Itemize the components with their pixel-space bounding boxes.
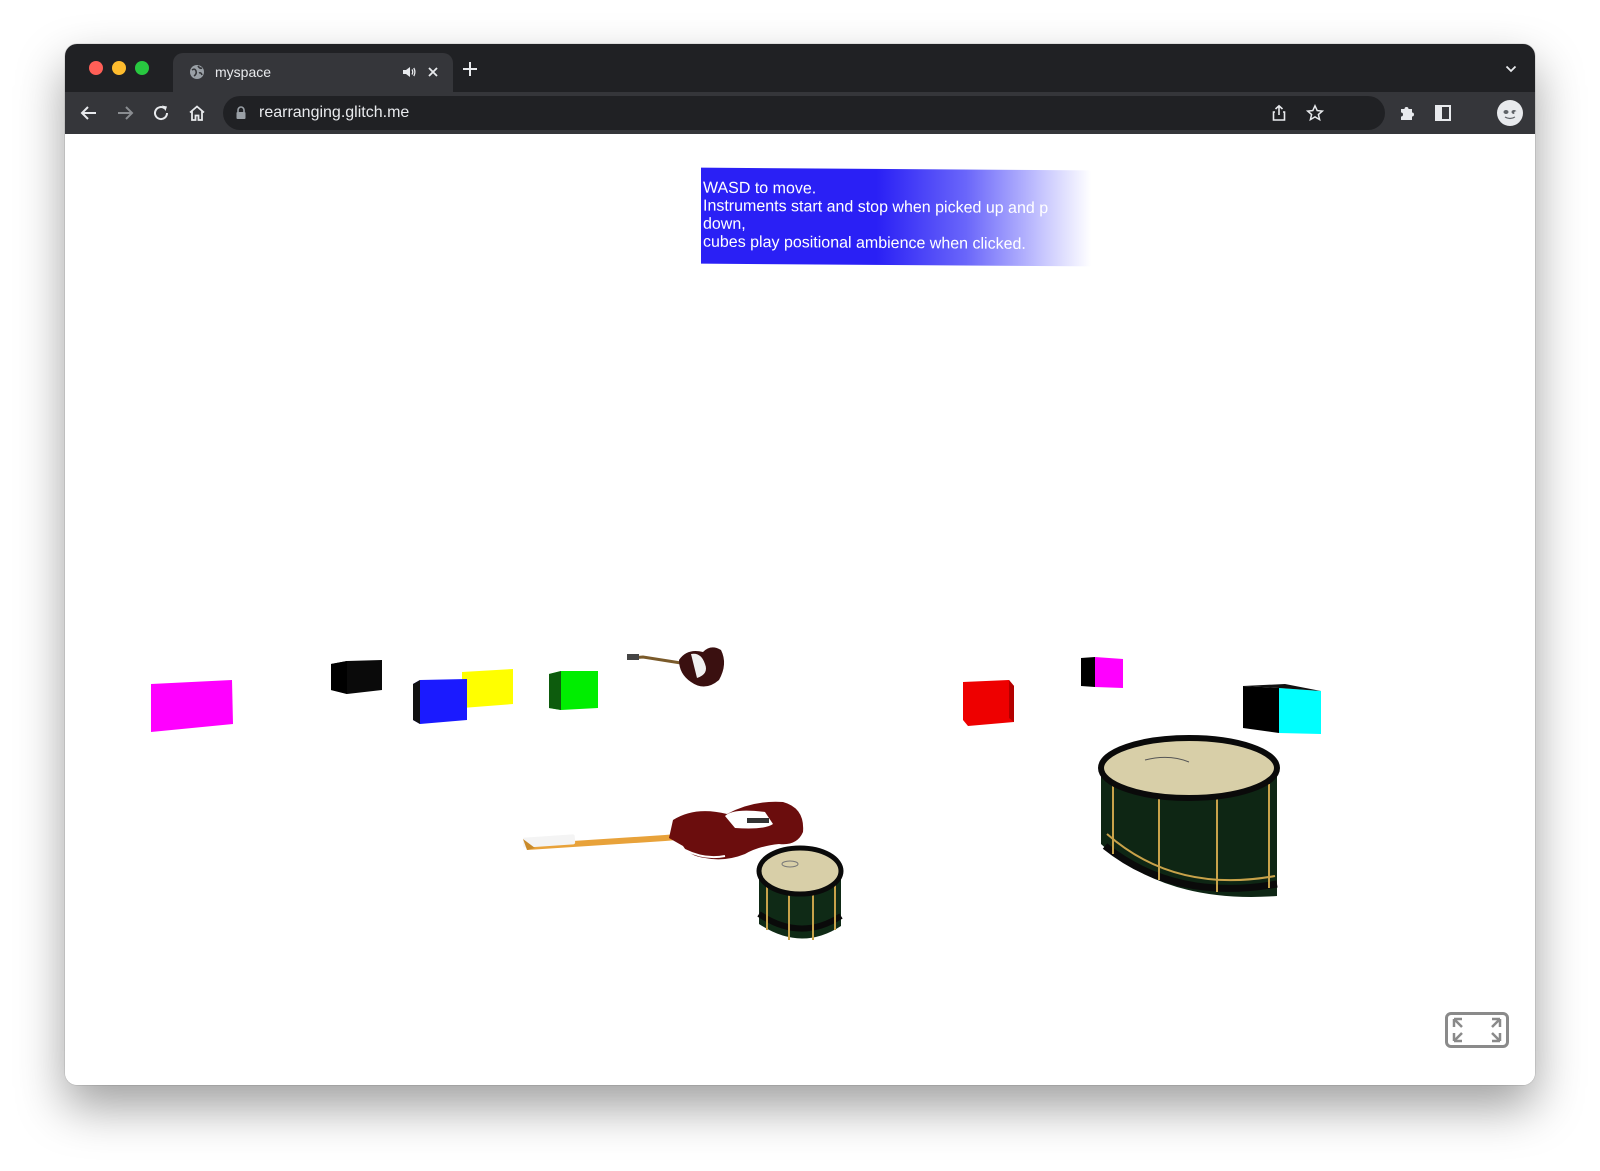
new-tab-icon[interactable] [462,61,478,77]
blue-cube[interactable] [413,679,467,724]
maximize-window-button[interactable] [135,61,149,75]
fullscreen-button[interactable] [1445,1012,1509,1048]
chevron-down-icon[interactable] [1505,63,1517,75]
green-cube[interactable] [549,671,598,710]
tab-title: myspace [215,64,272,80]
tab-myspace[interactable]: myspace [173,53,453,92]
address-bar[interactable]: rearranging.glitch.me [223,96,1385,130]
browser-window: myspace rearranging.glitch.me WASD to mo… [65,44,1535,1085]
arrow-right-icon[interactable] [115,103,135,123]
black-cyan-cube[interactable] [1243,684,1321,734]
reload-icon[interactable] [151,103,171,123]
arrow-left-icon[interactable] [79,103,99,123]
home-icon[interactable] [187,103,207,123]
star-icon[interactable] [1306,104,1324,122]
magenta-cube[interactable] [151,680,233,732]
red-cube[interactable] [963,680,1014,726]
electric-guitar-large[interactable] [522,801,804,860]
black-cube[interactable] [331,660,382,694]
close-window-button[interactable] [89,61,103,75]
electric-guitar-small[interactable] [627,647,725,687]
puzzle-icon[interactable] [1397,103,1417,123]
side-panel-icon[interactable] [1433,103,1453,123]
snare-drum[interactable] [756,845,844,940]
globe-icon [190,65,204,79]
browser-toolbar: rearranging.glitch.me [65,92,1535,134]
close-tab-icon[interactable] [425,64,441,80]
minimize-window-button[interactable] [112,61,126,75]
url-text[interactable]: rearranging.glitch.me [259,104,409,122]
tab-strip: myspace [65,44,1535,92]
expand-icon [1452,1017,1502,1043]
webgl-scene[interactable]: WASD to move. Instruments start and stop… [65,134,1535,1085]
share-icon[interactable] [1270,104,1288,122]
black-magenta-cube[interactable] [1081,657,1123,688]
kebab-menu-icon[interactable] [1506,103,1526,123]
lock-icon[interactable] [235,106,247,120]
speaker-icon[interactable] [401,64,417,80]
yellow-cube[interactable] [462,669,513,708]
scene-canvas [151,647,1321,940]
bass-drum[interactable] [1098,735,1280,897]
